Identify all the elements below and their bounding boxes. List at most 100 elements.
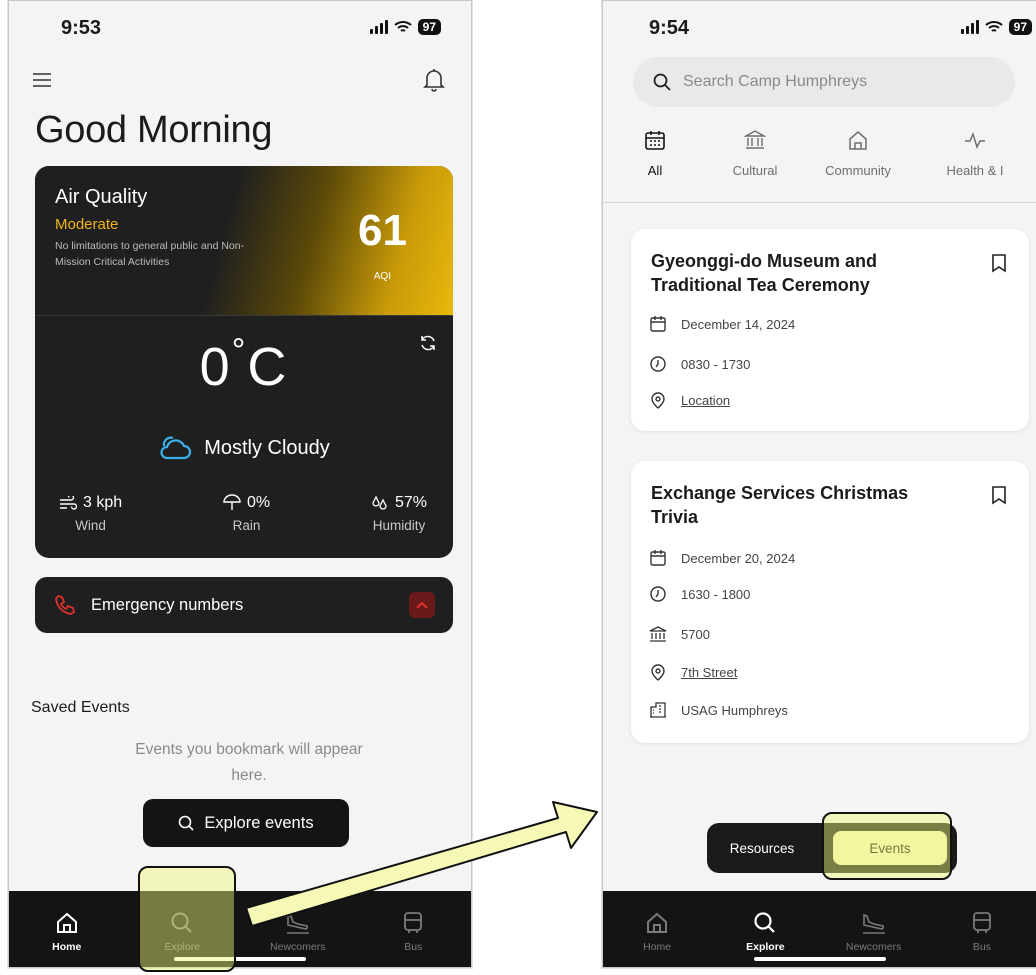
- tab-home[interactable]: Home: [32, 911, 102, 953]
- tab-home-label: Home: [643, 941, 672, 953]
- clock-icon: [650, 586, 666, 602]
- chevron-up-icon: [416, 601, 428, 609]
- weather-condition: Mostly Cloudy: [35, 434, 453, 462]
- wind-value: 3 kph: [83, 494, 123, 511]
- umbrella-icon: [223, 494, 241, 510]
- airplane-landing-icon: [862, 913, 885, 934]
- battery-icon: 97: [1008, 19, 1032, 35]
- event-location-row: Location: [649, 391, 730, 409]
- event-building-row: 5700: [649, 625, 710, 643]
- emergency-numbers-button[interactable]: Emergency numbers: [35, 577, 453, 633]
- event-title: Gyeonggi-do Museum and Traditional Tea C…: [651, 251, 878, 295]
- event-location-link[interactable]: Location: [681, 393, 730, 408]
- search-icon: [179, 815, 194, 831]
- menu-icon[interactable]: [33, 73, 51, 87]
- category-all[interactable]: All: [603, 129, 707, 202]
- bottom-tab-bar: Home Explore Newcomers Bus: [9, 891, 471, 967]
- category-cultural[interactable]: Cultural: [707, 129, 803, 202]
- temperature-unit: C: [247, 337, 289, 397]
- humidity-value: 57%: [394, 494, 427, 511]
- location-pin-icon: [651, 392, 665, 409]
- tab-explore[interactable]: Explore: [147, 911, 217, 953]
- humidity-stat: 57% Humidity: [371, 494, 427, 533]
- tab-newcomers-label: Newcomers: [270, 941, 326, 953]
- bookmark-icon[interactable]: [991, 485, 1007, 505]
- tab-explore[interactable]: Explore: [730, 911, 800, 953]
- category-health[interactable]: Health & I: [913, 129, 1036, 202]
- home-indicator: [174, 957, 306, 961]
- event-location-link[interactable]: 7th Street: [681, 665, 737, 680]
- home-indicator: [753, 957, 886, 961]
- wind-icon: [60, 496, 77, 510]
- resources-events-toggle: Resources Events: [707, 823, 957, 873]
- event-date-row: December 20, 2024: [649, 549, 795, 567]
- status-time: 9:54: [649, 17, 690, 39]
- weather-stats: 3 kph Wind 0% Rain 57% Humidity: [35, 494, 453, 533]
- search-input[interactable]: Search Camp Humphreys: [633, 57, 1015, 107]
- tab-home-label: Home: [52, 941, 82, 953]
- tab-bus[interactable]: Bus: [947, 911, 1017, 953]
- air-quality-panel: Air Quality Moderate No limitations to g…: [35, 166, 453, 316]
- clock-icon: [650, 356, 666, 372]
- phone-icon: [55, 594, 76, 615]
- search-icon: [171, 912, 192, 933]
- category-tabs: All Cultural Community Health & I: [603, 129, 1036, 203]
- explore-events-button[interactable]: Explore events: [143, 799, 349, 847]
- bottom-tab-bar: Home Explore Newcomers Bus: [603, 891, 1036, 967]
- status-bar: 9:54 97: [603, 15, 1036, 43]
- tab-home[interactable]: Home: [622, 911, 692, 953]
- event-date-row: December 14, 2024: [649, 315, 795, 333]
- temperature: 0°C: [35, 332, 453, 398]
- search-icon: [653, 73, 671, 91]
- event-time: 0830 - 1730: [681, 356, 751, 372]
- tab-newcomers[interactable]: Newcomers: [839, 911, 909, 953]
- event-card[interactable]: Exchange Services Christmas Trivia Decem…: [631, 461, 1029, 743]
- weather-condition-label: Mostly Cloudy: [204, 436, 330, 459]
- droplets-icon: [372, 495, 387, 510]
- category-cultural-label: Cultural: [732, 163, 778, 178]
- expand-toggle[interactable]: [409, 592, 435, 618]
- temperature-value: 0: [199, 337, 232, 397]
- search-icon: [754, 912, 776, 933]
- explore-events-label: Explore events: [204, 813, 314, 832]
- weather-card: Air Quality Moderate No limitations to g…: [35, 166, 453, 558]
- category-health-label: Health & I: [946, 163, 1004, 178]
- event-organizer-row: USAG Humphreys: [649, 701, 788, 719]
- tab-bus[interactable]: Bus: [378, 911, 448, 953]
- event-time: 1630 - 1800: [681, 586, 751, 602]
- event-date: December 14, 2024: [681, 316, 796, 332]
- location-pin-icon: [651, 664, 665, 681]
- tab-newcomers-label: Newcomers: [845, 941, 902, 953]
- tab-newcomers[interactable]: Newcomers: [263, 911, 333, 953]
- home-icon: [56, 912, 77, 933]
- event-date: December 20, 2024: [681, 550, 796, 566]
- event-time-row: 1630 - 1800: [649, 585, 750, 603]
- bus-icon: [404, 912, 423, 933]
- greeting-title: Good Morning: [35, 109, 273, 151]
- signal-icon: [960, 20, 979, 34]
- home-screen: 9:53 97 Good Morning Air Quality Moderat…: [8, 0, 472, 968]
- status-time: 9:53: [61, 17, 102, 39]
- wifi-icon: [984, 21, 1003, 32]
- segment-events[interactable]: Events: [833, 831, 947, 865]
- home-icon: [647, 912, 668, 933]
- degree-symbol: °: [231, 332, 248, 370]
- category-community[interactable]: Community: [803, 129, 913, 202]
- event-building: 5700: [681, 626, 710, 642]
- event-location-row: 7th Street: [649, 663, 737, 681]
- rain-value: 0%: [246, 494, 271, 511]
- wind-stat: 3 kph Wind: [59, 494, 122, 533]
- event-card[interactable]: Gyeonggi-do Museum and Traditional Tea C…: [631, 229, 1029, 431]
- saved-events-empty-message: Events you bookmark will appear here.: [135, 741, 363, 784]
- bus-icon: [972, 912, 991, 933]
- rain-label: Rain: [232, 518, 261, 533]
- building-icon: [650, 702, 666, 718]
- aqi-unit: AQI: [373, 271, 391, 282]
- bookmark-icon[interactable]: [991, 253, 1007, 273]
- search-placeholder: Search Camp Humphreys: [683, 73, 868, 90]
- notification-bell-icon[interactable]: [423, 67, 445, 93]
- cloud-icon: [160, 436, 192, 460]
- wind-label: Wind: [75, 518, 106, 533]
- status-icons: 97: [960, 19, 1032, 35]
- segment-resources[interactable]: Resources: [707, 841, 817, 856]
